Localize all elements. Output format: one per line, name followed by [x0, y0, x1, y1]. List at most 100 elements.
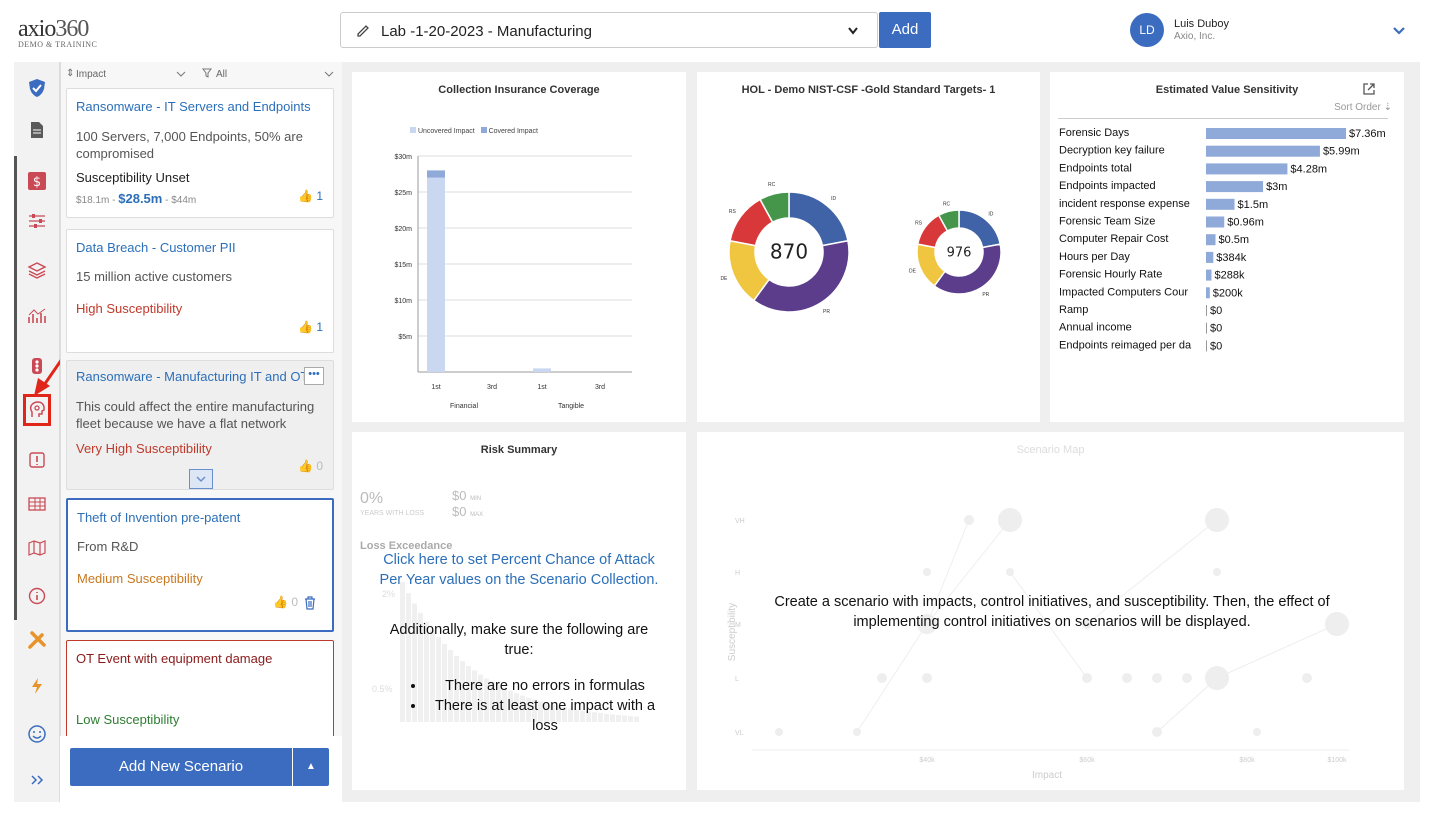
like-button[interactable]: 👍 0 — [298, 459, 323, 473]
collection-name: Lab -1-20-2023 - Manufacturing — [381, 23, 592, 40]
donut-center-value: 976 — [947, 245, 972, 260]
sensitivity-label: Impacted Computers Cour — [1059, 286, 1188, 298]
map-x-tick: $40k — [919, 757, 935, 764]
like-button[interactable]: 👍 0 — [273, 595, 298, 609]
more-options-button[interactable]: ••• — [304, 367, 324, 385]
filter-chevron-icon[interactable] — [324, 70, 334, 78]
x-tick-label: 3rd — [595, 384, 605, 391]
x-tick-label: 3rd — [487, 384, 497, 391]
shield-icon[interactable] — [14, 70, 60, 106]
sensitivity-label: Ramp — [1059, 304, 1088, 316]
info-icon[interactable] — [14, 578, 60, 614]
sensitivity-value: $4.28m — [1290, 163, 1327, 175]
expand-card-button[interactable] — [189, 469, 213, 489]
y-tick-label: $30m — [394, 154, 412, 161]
slice-label: ID — [988, 211, 993, 217]
map-link — [1156, 677, 1218, 733]
donut-center-value: 870 — [770, 240, 808, 264]
sensitivity-value: $0 — [1210, 340, 1222, 352]
max-loss: $0 MAX — [452, 504, 484, 519]
map-icon[interactable] — [14, 530, 60, 566]
lightning-icon[interactable] — [14, 668, 60, 704]
map-y-tick: VH — [735, 518, 745, 525]
alert-icon[interactable] — [14, 442, 60, 478]
tools-icon[interactable] — [14, 622, 60, 658]
sort-select[interactable]: Impact — [76, 69, 106, 80]
sort-icon[interactable]: ⇕ — [66, 68, 74, 79]
y-tick-label: $15m — [394, 262, 412, 269]
scenario-card[interactable]: Ransomware - Manufacturing IT and OT •••… — [66, 360, 334, 490]
nist-donut-charts: ID PR DE RS RC 870 ID PR DE RS RC 976 — [720, 182, 1002, 315]
user-name: Luis Duboy — [1174, 18, 1230, 30]
requirements-note: Additionally, make sure the following ar… — [389, 622, 649, 658]
avatar[interactable]: LD — [1130, 13, 1164, 47]
scenario-title[interactable]: Ransomware - Manufacturing IT and OT — [76, 369, 308, 384]
sensitivity-bar — [1206, 234, 1216, 246]
like-button[interactable]: 👍 1 — [298, 189, 323, 203]
collection-select[interactable]: Lab -1-20-2023 - Manufacturing — [340, 12, 878, 48]
impact-range: $18.1m - $28.5m - $44m — [76, 191, 197, 206]
slice-label: RC — [768, 182, 776, 188]
scenario-card[interactable]: Data Breach - Customer PII 15 million ac… — [66, 229, 334, 353]
trash-icon[interactable] — [304, 596, 316, 610]
axio-logo[interactable]: axio360 DEMO & TRAININC — [18, 16, 98, 49]
scenario-desc: This could affect the entire manufacturi… — [76, 399, 315, 431]
slice-label: DE — [909, 268, 917, 274]
sliders-icon[interactable] — [14, 203, 60, 239]
requirement-item: There are no errors in formulas — [426, 676, 664, 696]
scenario-desc: From R&D — [77, 539, 139, 554]
scenario-desc: 100 Servers, 7,000 Endpoints, 50% are co… — [76, 129, 303, 161]
sort-chevron-icon[interactable] — [176, 70, 186, 78]
like-button[interactable]: 👍 1 — [298, 320, 323, 334]
map-node — [1213, 568, 1221, 576]
expand-icon[interactable] — [14, 762, 60, 798]
filter-select[interactable]: All — [216, 69, 227, 80]
sensitivity-bar — [1206, 181, 1264, 193]
logo-sub: DEMO & TRAININC — [18, 40, 98, 49]
app-header: axio360 DEMO & TRAININC Lab -1-20-2023 -… — [0, 0, 1434, 62]
user-menu-chevron-icon[interactable] — [1392, 26, 1406, 36]
coverage-panel: Collection Insurance Coverage Uncovered … — [352, 72, 686, 422]
scenario-card[interactable]: Theft of Invention pre-patent From R&D M… — [66, 498, 334, 632]
sensitivity-chart: Forensic Days $7.36m Decryption key failur… — [1059, 127, 1386, 352]
sensitivity-bar — [1206, 198, 1235, 210]
map-y-tick: VL — [735, 730, 744, 737]
sensitivity-label: Endpoints reimaged per da — [1059, 339, 1192, 351]
donut-slice — [958, 209, 1002, 249]
logo-num: 360 — [55, 16, 89, 42]
sensitivity-label: Decryption key failure — [1059, 145, 1165, 157]
map-node — [1006, 568, 1014, 576]
slice-label: RS — [729, 209, 737, 215]
external-link-icon[interactable] — [1362, 82, 1376, 96]
table-icon[interactable] — [14, 486, 60, 522]
sensitivity-label: Annual income — [1059, 322, 1132, 334]
layers-icon[interactable] — [14, 252, 60, 288]
sensitivity-label: Endpoints impacted — [1059, 180, 1156, 192]
scenario-title[interactable]: Data Breach - Customer PII — [76, 240, 236, 255]
sort-order-button[interactable]: Sort Order ⇣ — [1334, 102, 1392, 113]
map-node — [1302, 673, 1312, 683]
map-node — [923, 568, 931, 576]
scenario-card[interactable]: OT Event with equipment damage Low Susce… — [66, 640, 334, 740]
scenario-title[interactable]: OT Event with equipment damage — [76, 651, 272, 666]
document-icon[interactable] — [14, 112, 60, 148]
sensitivity-value: $5.99m — [1323, 146, 1360, 158]
sensitivity-value: $0.5m — [1219, 234, 1250, 246]
bar-uncovered — [533, 368, 551, 372]
scenario-title[interactable]: Ransomware - IT Servers and Endpoints — [76, 99, 311, 114]
sensitivity-value: $3m — [1266, 181, 1287, 193]
dollar-icon[interactable]: $ — [14, 163, 60, 199]
add-new-scenario-button[interactable]: Add New Scenario — [70, 748, 292, 786]
sensitivity-label: Hours per Day — [1059, 251, 1130, 263]
add-collection-button[interactable]: Add — [879, 12, 931, 48]
filter-icon[interactable] — [202, 68, 212, 78]
group-label: Financial — [450, 403, 478, 410]
map-node — [853, 728, 861, 736]
map-y-tick: H — [735, 570, 740, 577]
scenario-title[interactable]: Theft of Invention pre-patent — [77, 510, 240, 525]
add-scenario-dropdown-button[interactable]: ▲ — [293, 748, 329, 786]
set-attack-chance-link[interactable]: Click here to set Percent Chance of Atta… — [374, 550, 664, 590]
smiley-icon[interactable] — [14, 716, 60, 752]
map-node — [1253, 728, 1261, 736]
scenario-card[interactable]: Ransomware - IT Servers and Endpoints 10… — [66, 88, 334, 218]
